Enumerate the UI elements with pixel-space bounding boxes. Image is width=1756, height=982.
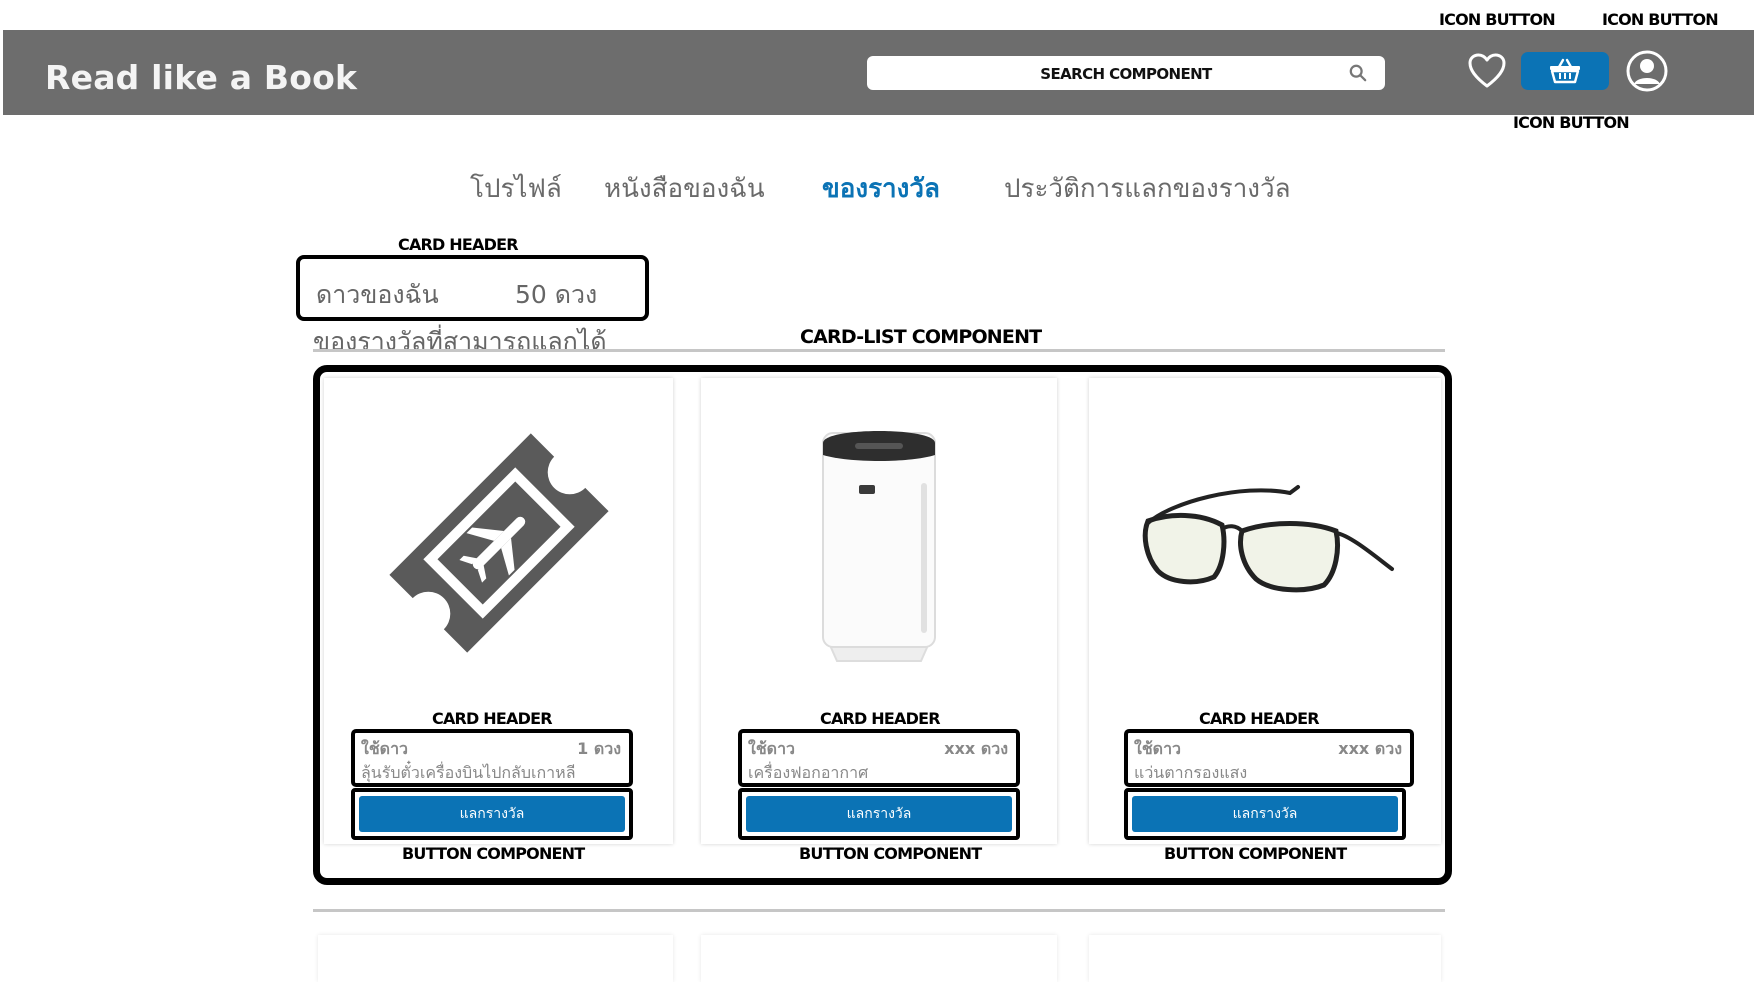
air-purifier-image	[822, 431, 936, 662]
reward-use-label: ใช้ดาว	[361, 739, 409, 758]
tab-rewards[interactable]: ของรางวัล	[822, 168, 940, 209]
reward-name: ลุ้นรับตั๋วเครื่องบินไปกลับเกาหลี	[361, 763, 576, 782]
profile-button[interactable]	[1623, 47, 1671, 95]
plane-ticket-icon	[388, 433, 609, 653]
redeem-button-frame-1: แลกรางวัล	[351, 788, 633, 840]
reward-info-3: ใช้ดาว xxx ดวง แว่นตากรองแสง	[1124, 729, 1414, 787]
reward-image-2	[701, 408, 1057, 678]
basket-icon	[1550, 58, 1580, 84]
annotation-card-list: CARD-LIST COMPONENT	[800, 326, 1042, 348]
next-row-card-2	[701, 935, 1057, 982]
top-bar: Read like a Book SEARCH COMPONENT	[3, 30, 1754, 115]
reward-info-2: ใช้ดาว xxx ดวง เครื่องฟอกอากาศ	[738, 729, 1020, 787]
next-row-card-1	[318, 935, 673, 982]
annotation-card-header-top: CARD HEADER	[398, 235, 519, 254]
lower-divider	[313, 909, 1445, 912]
section-title: ของรางวัลที่สามารถแลกได้	[313, 327, 607, 356]
reward-name: เครื่องฟอกอากาศ	[748, 763, 869, 782]
stars-label: ดาวของฉัน	[316, 280, 439, 309]
search-bar[interactable]: SEARCH COMPONENT	[867, 56, 1385, 90]
redeem-button-3[interactable]: แลกรางวัล	[1132, 796, 1398, 832]
stars-value: 50 ดวง	[515, 280, 598, 309]
glasses-image	[1142, 485, 1394, 593]
search-input[interactable]: SEARCH COMPONENT	[867, 65, 1385, 83]
section-divider	[313, 349, 1445, 352]
redeem-button-2[interactable]: แลกรางวัล	[746, 796, 1012, 832]
tab-redeem-history[interactable]: ประวัติการแลกของรางวัล	[1004, 168, 1291, 209]
reward-cost: 1 ดวง	[577, 739, 621, 758]
brand-logo[interactable]: Read like a Book	[45, 58, 357, 97]
tab-bar: โปรไฟล์ หนังสือของฉัน ของรางวัล ประวัติก…	[0, 168, 1756, 208]
reward-cost: xxx ดวง	[1338, 739, 1402, 758]
reward-info-1: ใช้ดาว 1 ดวง ลุ้นรับตั๋วเครื่องบินไปกลับ…	[351, 729, 633, 787]
redeem-button-frame-3: แลกรางวัล	[1124, 788, 1406, 840]
tab-my-books[interactable]: หนังสือของฉัน	[604, 168, 765, 209]
annotation-card-header-2: CARD HEADER	[820, 709, 941, 728]
wishlist-button[interactable]	[1464, 48, 1510, 94]
redeem-button-frame-2: แลกรางวัล	[738, 788, 1020, 840]
reward-cost: xxx ดวง	[944, 739, 1008, 758]
reward-image-3	[1089, 408, 1441, 678]
annotation-card-header-3: CARD HEADER	[1199, 709, 1320, 728]
heart-icon	[1468, 53, 1506, 88]
reward-image-1	[324, 408, 673, 678]
redeem-button-1[interactable]: แลกรางวัล	[359, 796, 625, 832]
annotation-button-component-3: BUTTON COMPONENT	[1164, 844, 1347, 863]
next-row-card-3	[1089, 935, 1441, 982]
user-icon	[1626, 50, 1668, 92]
reward-use-label: ใช้ดาว	[1134, 739, 1182, 758]
annotation-card-header-1: CARD HEADER	[432, 709, 553, 728]
reward-name: แว่นตากรองแสง	[1134, 763, 1248, 782]
annotation-icon-button-3: ICON BUTTON	[1513, 113, 1630, 132]
annotation-button-component-2: BUTTON COMPONENT	[799, 844, 982, 863]
annotation-button-component-1: BUTTON COMPONENT	[402, 844, 585, 863]
basket-button[interactable]	[1521, 52, 1609, 90]
reward-use-label: ใช้ดาว	[748, 739, 796, 758]
annotation-icon-button-2: ICON BUTTON	[1602, 10, 1719, 29]
annotation-icon-button-1: ICON BUTTON	[1439, 10, 1556, 29]
search-icon[interactable]	[1349, 64, 1367, 82]
tab-profile[interactable]: โปรไฟล์	[470, 168, 562, 209]
stars-card: ดาวของฉัน 50 ดวง	[296, 255, 649, 321]
